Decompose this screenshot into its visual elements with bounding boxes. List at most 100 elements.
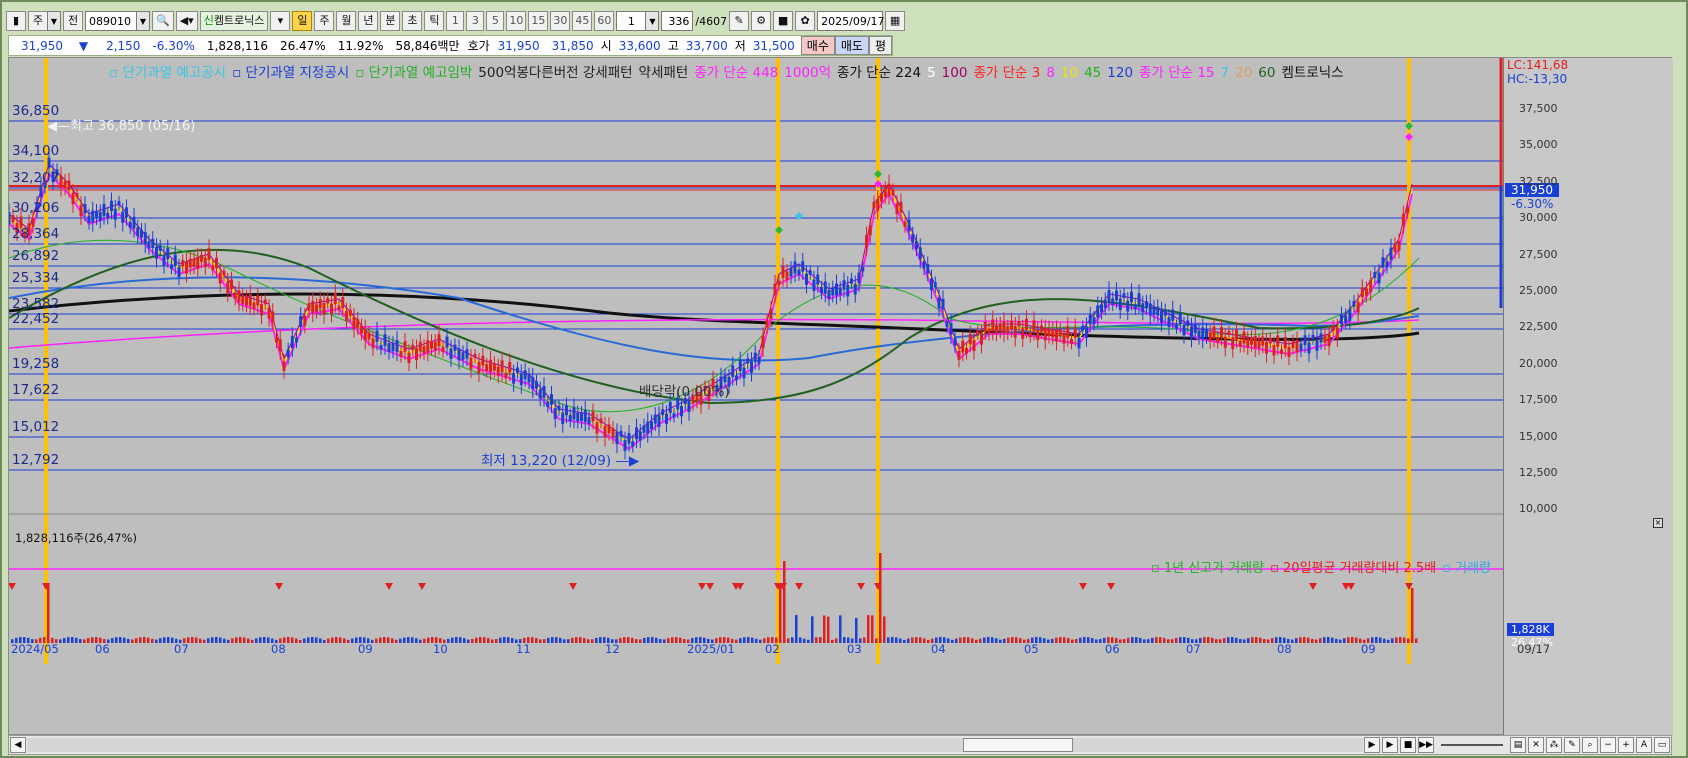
candle-body (1393, 244, 1397, 252)
tool-icon[interactable]: ⚙ (751, 11, 772, 31)
level-label: 23,582 (12, 296, 60, 312)
scroll-track[interactable] (27, 738, 1363, 752)
legend-item[interactable]: 종가 단순 3 (973, 65, 1040, 81)
legend-item[interactable]: 120 (1107, 65, 1133, 81)
scroll-right-icon[interactable]: ▶ (1364, 737, 1380, 753)
close-panel-icon[interactable]: × (1653, 518, 1663, 528)
candle-body (1025, 318, 1028, 330)
chart-tool-icon[interactable]: ✕ (1528, 737, 1544, 753)
volume-bar (335, 637, 338, 643)
candle-body (757, 356, 761, 364)
unit-dropdown-icon[interactable]: ▼ (645, 11, 660, 31)
period-day[interactable]: 일 (292, 11, 313, 31)
legend-item[interactable]: 종가 단순 224 (837, 65, 921, 81)
candle-body (151, 238, 155, 249)
minute-15[interactable]: 15 (528, 11, 549, 31)
search-icon[interactable]: 🔍 (152, 11, 174, 31)
pin-icon[interactable]: ✎ (729, 11, 750, 31)
zoom-out-icon[interactable]: − (1600, 737, 1616, 753)
volume-bar (599, 637, 602, 643)
legend-item[interactable]: 20 (1235, 65, 1252, 81)
candle-body (1268, 337, 1272, 344)
stock-name-label[interactable]: 신 켐트로닉스 (199, 11, 269, 31)
market-select[interactable]: 주 (28, 11, 48, 31)
legend-item[interactable]: ▫ 단기과열 예고공시 (109, 65, 226, 81)
legend-item[interactable]: 종가 단순 15 (1139, 65, 1214, 81)
minute-60[interactable]: 60 (594, 11, 615, 31)
volume-legend-item[interactable]: ▫ 거래량 (1442, 561, 1491, 576)
chart-scrollbar[interactable]: ◀ ▶ ▶ ■ ▶▶ ▤ ✕ ⁂ ✎ ⌕ − + A ▭ (8, 735, 1672, 755)
play-icon[interactable]: ▶ (1382, 737, 1398, 753)
text-tool-icon[interactable]: A (1636, 737, 1652, 753)
legend-item[interactable]: 1000억 (784, 65, 831, 81)
legend-item[interactable]: 60 (1258, 65, 1275, 81)
prev-button[interactable]: 전 (63, 11, 83, 31)
minute-3[interactable]: 3 (466, 11, 485, 31)
market-dropdown-icon[interactable]: ▼ (47, 11, 61, 31)
period-week[interactable]: 주 (314, 11, 335, 31)
legend-item[interactable]: 45 (1084, 65, 1101, 81)
stock-code-input[interactable]: 089010 (85, 11, 137, 31)
chart-type-icon[interactable]: ▮ (6, 11, 26, 31)
scroll-left-icon[interactable]: ◀ (10, 737, 26, 753)
volume-bar (1395, 637, 1398, 643)
period-tick[interactable]: 틱 (424, 11, 445, 31)
zoom-in-icon[interactable]: + (1618, 737, 1634, 753)
legend-item[interactable]: ▫ 단기과열 지정공시 (232, 65, 349, 81)
count-input[interactable]: 336 (661, 11, 694, 31)
flat-button[interactable]: 평 (868, 36, 893, 55)
volume-bar (295, 638, 298, 643)
candle-body (735, 375, 738, 381)
legend-item[interactable]: 종가 단순 448 (694, 65, 778, 81)
lc-label: LC:141,68 (1507, 58, 1569, 72)
candle-body (256, 295, 260, 306)
screen-icon[interactable]: ▭ (1654, 737, 1670, 753)
period-second[interactable]: 초 (402, 11, 423, 31)
calendar-icon[interactable]: ▦ (885, 11, 906, 31)
minute-1[interactable]: 1 (446, 11, 465, 31)
stop-icon[interactable]: ■ (1400, 737, 1416, 753)
legend-item[interactable]: 5 (927, 65, 936, 81)
candle-body (519, 373, 523, 385)
stock-name-dropdown-icon[interactable]: ▾ (270, 11, 291, 31)
scroll-thumb[interactable] (963, 738, 1073, 752)
fast-forward-icon[interactable]: ▶▶ (1418, 737, 1434, 753)
period-minute[interactable]: 분 (380, 11, 401, 31)
minute-45[interactable]: 45 (572, 11, 593, 31)
legend-item[interactable]: 켐트로닉스 (1281, 65, 1343, 81)
volume-legend-item[interactable]: ▫ 1년 신고가 거래량 (1151, 561, 1264, 576)
volume-bar (555, 637, 558, 643)
candle-body (880, 193, 883, 202)
table-icon[interactable]: ▤ (1510, 737, 1526, 753)
legend-item[interactable]: 500억봉다른버전 강세패턴 (478, 65, 632, 81)
legend-item[interactable]: 7 (1221, 65, 1230, 81)
volume-bar (1075, 638, 1078, 643)
price-chart[interactable]: ▫ 단기과열 예고공시 ▫ 단기과열 지정공시 ▫ 단기과열 예고임박 500억봉다른… (8, 57, 1673, 736)
candle-body (785, 271, 789, 281)
volume-legend-item[interactable]: ▫ 20일평균 거래량대비 2.5배 (1270, 561, 1436, 576)
draw-icon[interactable]: ✎ (1564, 737, 1580, 753)
settings-icon[interactable]: ✿ (795, 11, 816, 31)
pattern-icon[interactable]: ⁂ (1546, 737, 1562, 753)
candle-body (1280, 349, 1283, 354)
legend-item[interactable]: 10 (1061, 65, 1078, 81)
period-month[interactable]: 월 (336, 11, 357, 31)
legend-item[interactable]: 약세패턴 (639, 65, 689, 81)
save-icon[interactable]: ■ (773, 11, 794, 31)
legend-item[interactable]: ▫ 단기과열 예고임박 (355, 65, 472, 81)
minute-5[interactable]: 5 (486, 11, 505, 31)
buy-button[interactable]: 매수 (800, 36, 835, 55)
candle-body (1077, 337, 1081, 349)
code-dropdown-icon[interactable]: ▼ (136, 11, 150, 31)
date-input[interactable]: 2025/09/17 (817, 11, 885, 31)
zoom-slider[interactable] (1441, 744, 1503, 746)
sell-button[interactable]: 매도 (834, 36, 869, 55)
period-year[interactable]: 년 (358, 11, 379, 31)
minute-10[interactable]: 10 (506, 11, 527, 31)
unit-input[interactable]: 1 (616, 11, 647, 31)
minute-30[interactable]: 30 (550, 11, 571, 31)
legend-item[interactable]: 8 (1046, 65, 1055, 81)
legend-item[interactable]: 100 (942, 65, 968, 81)
speaker-icon[interactable]: ◀▾ (175, 11, 198, 31)
magnify-icon[interactable]: ⌕ (1582, 737, 1598, 753)
